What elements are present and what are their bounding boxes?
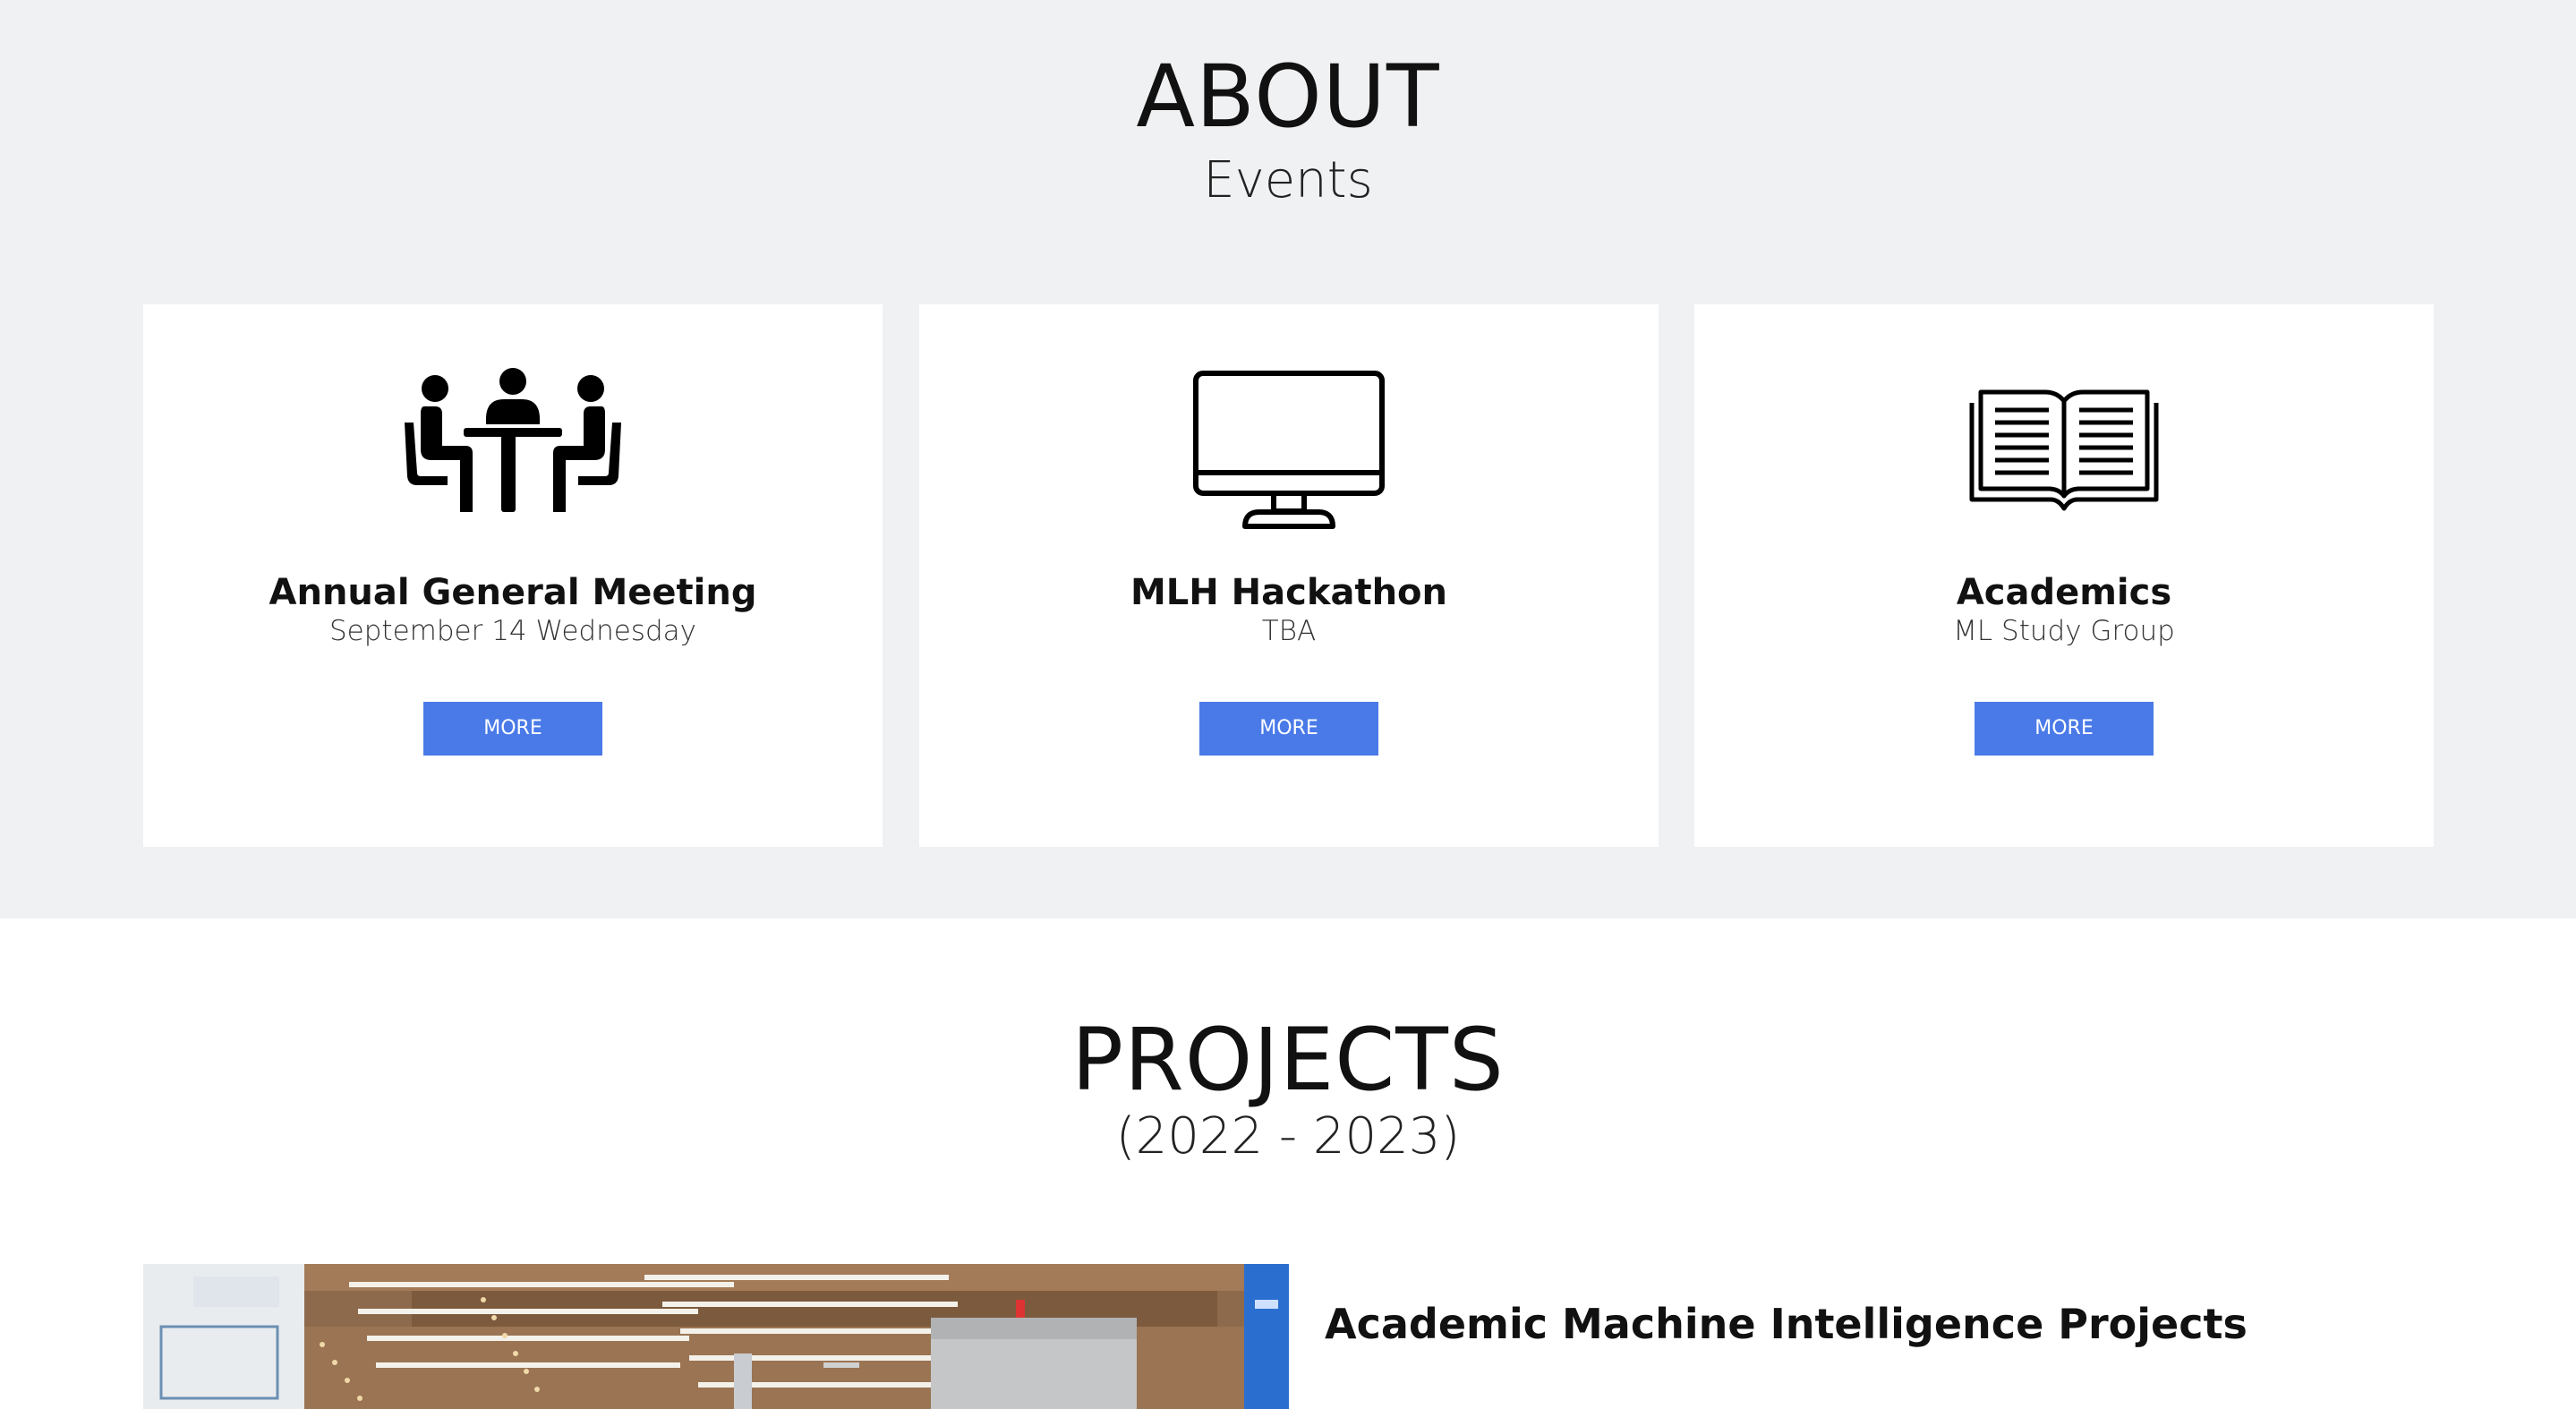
about-section: ABOUT Events Annual General Meeting Sept… [0,0,2576,918]
card-subtitle: September 14 Wednesday [329,615,696,647]
projects-section: PROJECTS (2022 - 2023) Academic Machine … [0,918,2576,1409]
projects-title: PROJECTS [1071,1010,1505,1110]
event-card-academics: Academics ML Study Group MORE [1694,304,2434,847]
project-title: Academic Machine Intelligence Projects [1325,1300,2248,1348]
event-card-mlh-hackathon: MLH Hackathon TBA MORE [919,304,1659,847]
about-title: ABOUT [1136,47,1440,147]
project-photo [143,1264,1289,1409]
about-subtitle: Events [1203,151,1373,209]
more-button-mlh-hackathon[interactable]: MORE [1199,702,1378,756]
card-subtitle: ML Study Group [1953,615,2175,647]
more-button-annual-general-meeting[interactable]: MORE [423,702,602,756]
projects-subtitle: (2022 - 2023) [1115,1107,1461,1166]
more-button-academics[interactable]: MORE [1975,702,2154,756]
event-card-annual-general-meeting: Annual General Meeting September 14 Wedn… [143,304,883,847]
card-subtitle: TBA [1261,615,1317,647]
